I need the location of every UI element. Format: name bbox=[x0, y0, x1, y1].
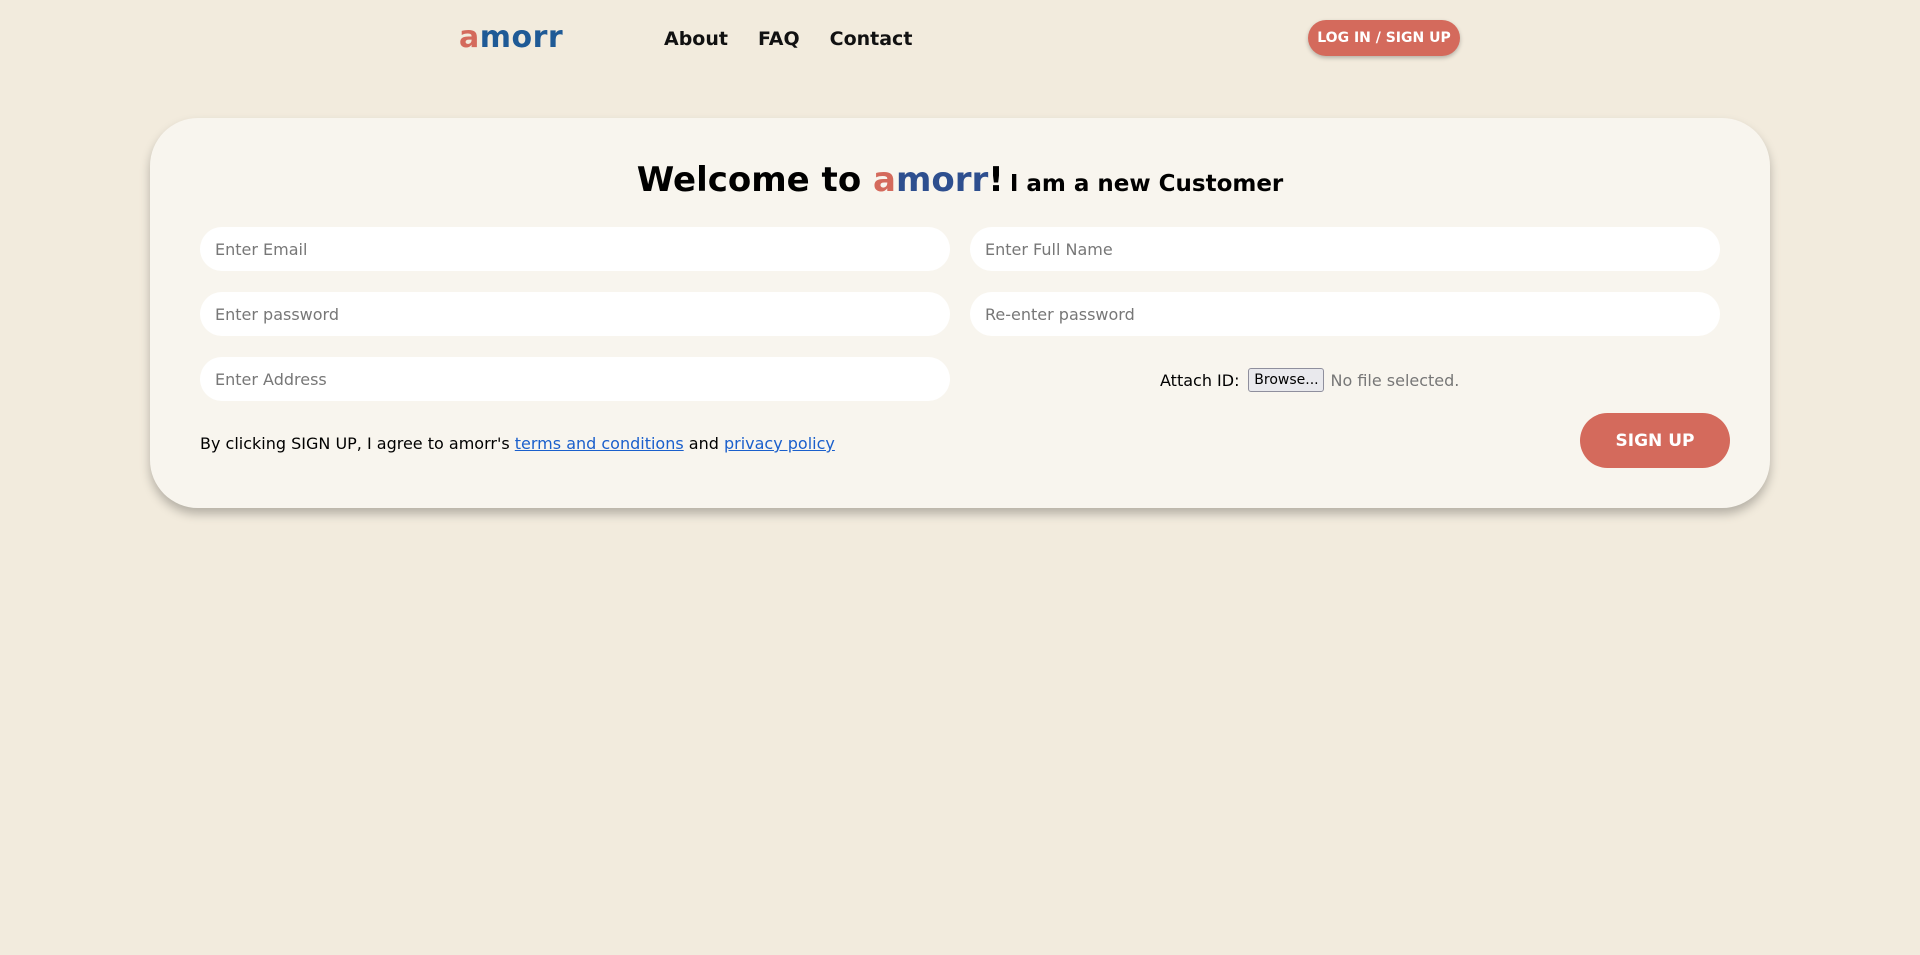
fullname-field[interactable] bbox=[970, 227, 1720, 271]
logo-first-letter: a bbox=[459, 20, 480, 55]
terms-link[interactable]: terms and conditions bbox=[515, 434, 684, 453]
agreement-prefix: By clicking SIGN UP, I agree to amorr's bbox=[200, 434, 515, 453]
logo-rest: morr bbox=[479, 20, 564, 55]
title-brand-first: a bbox=[873, 160, 896, 200]
privacy-link[interactable]: privacy policy bbox=[724, 434, 835, 453]
title-brand-rest: morr bbox=[895, 160, 989, 200]
navbar: amorr About FAQ Contact LOG IN / SIGN UP bbox=[0, 0, 1920, 78]
signup-card: Welcome to amorr!I am a new Customer Att… bbox=[150, 118, 1770, 508]
title-bang: ! bbox=[988, 160, 1004, 200]
signup-button[interactable]: SIGN UP bbox=[1580, 413, 1730, 468]
nav-link-contact[interactable]: Contact bbox=[830, 26, 913, 52]
login-signup-button[interactable]: LOG IN / SIGN UP bbox=[1308, 20, 1460, 56]
attach-id-label: Attach ID: bbox=[1160, 370, 1240, 390]
nav-link-about[interactable]: About bbox=[664, 26, 728, 52]
agreement-text: By clicking SIGN UP, I agree to amorr's … bbox=[200, 434, 835, 453]
nav-link-faq[interactable]: FAQ bbox=[758, 26, 800, 52]
title-welcome: Welcome to bbox=[636, 160, 874, 200]
password-field[interactable] bbox=[200, 292, 950, 336]
email-field[interactable] bbox=[200, 227, 950, 271]
nav-links: About FAQ Contact bbox=[664, 26, 912, 52]
attach-id-row: Attach ID: Browse... No file selected. bbox=[1160, 368, 1459, 392]
agreement-middle: and bbox=[683, 434, 724, 453]
reenter-password-field[interactable] bbox=[970, 292, 1720, 336]
logo[interactable]: amorr bbox=[459, 20, 563, 56]
page-title: Welcome to amorr! I am a new Customer bbox=[150, 160, 1770, 200]
title-subtitle: I am a new Customer bbox=[1009, 171, 1284, 197]
address-field[interactable] bbox=[200, 357, 950, 401]
browse-file-button[interactable]: Browse... bbox=[1248, 368, 1325, 392]
file-status: No file selected. bbox=[1330, 370, 1460, 390]
